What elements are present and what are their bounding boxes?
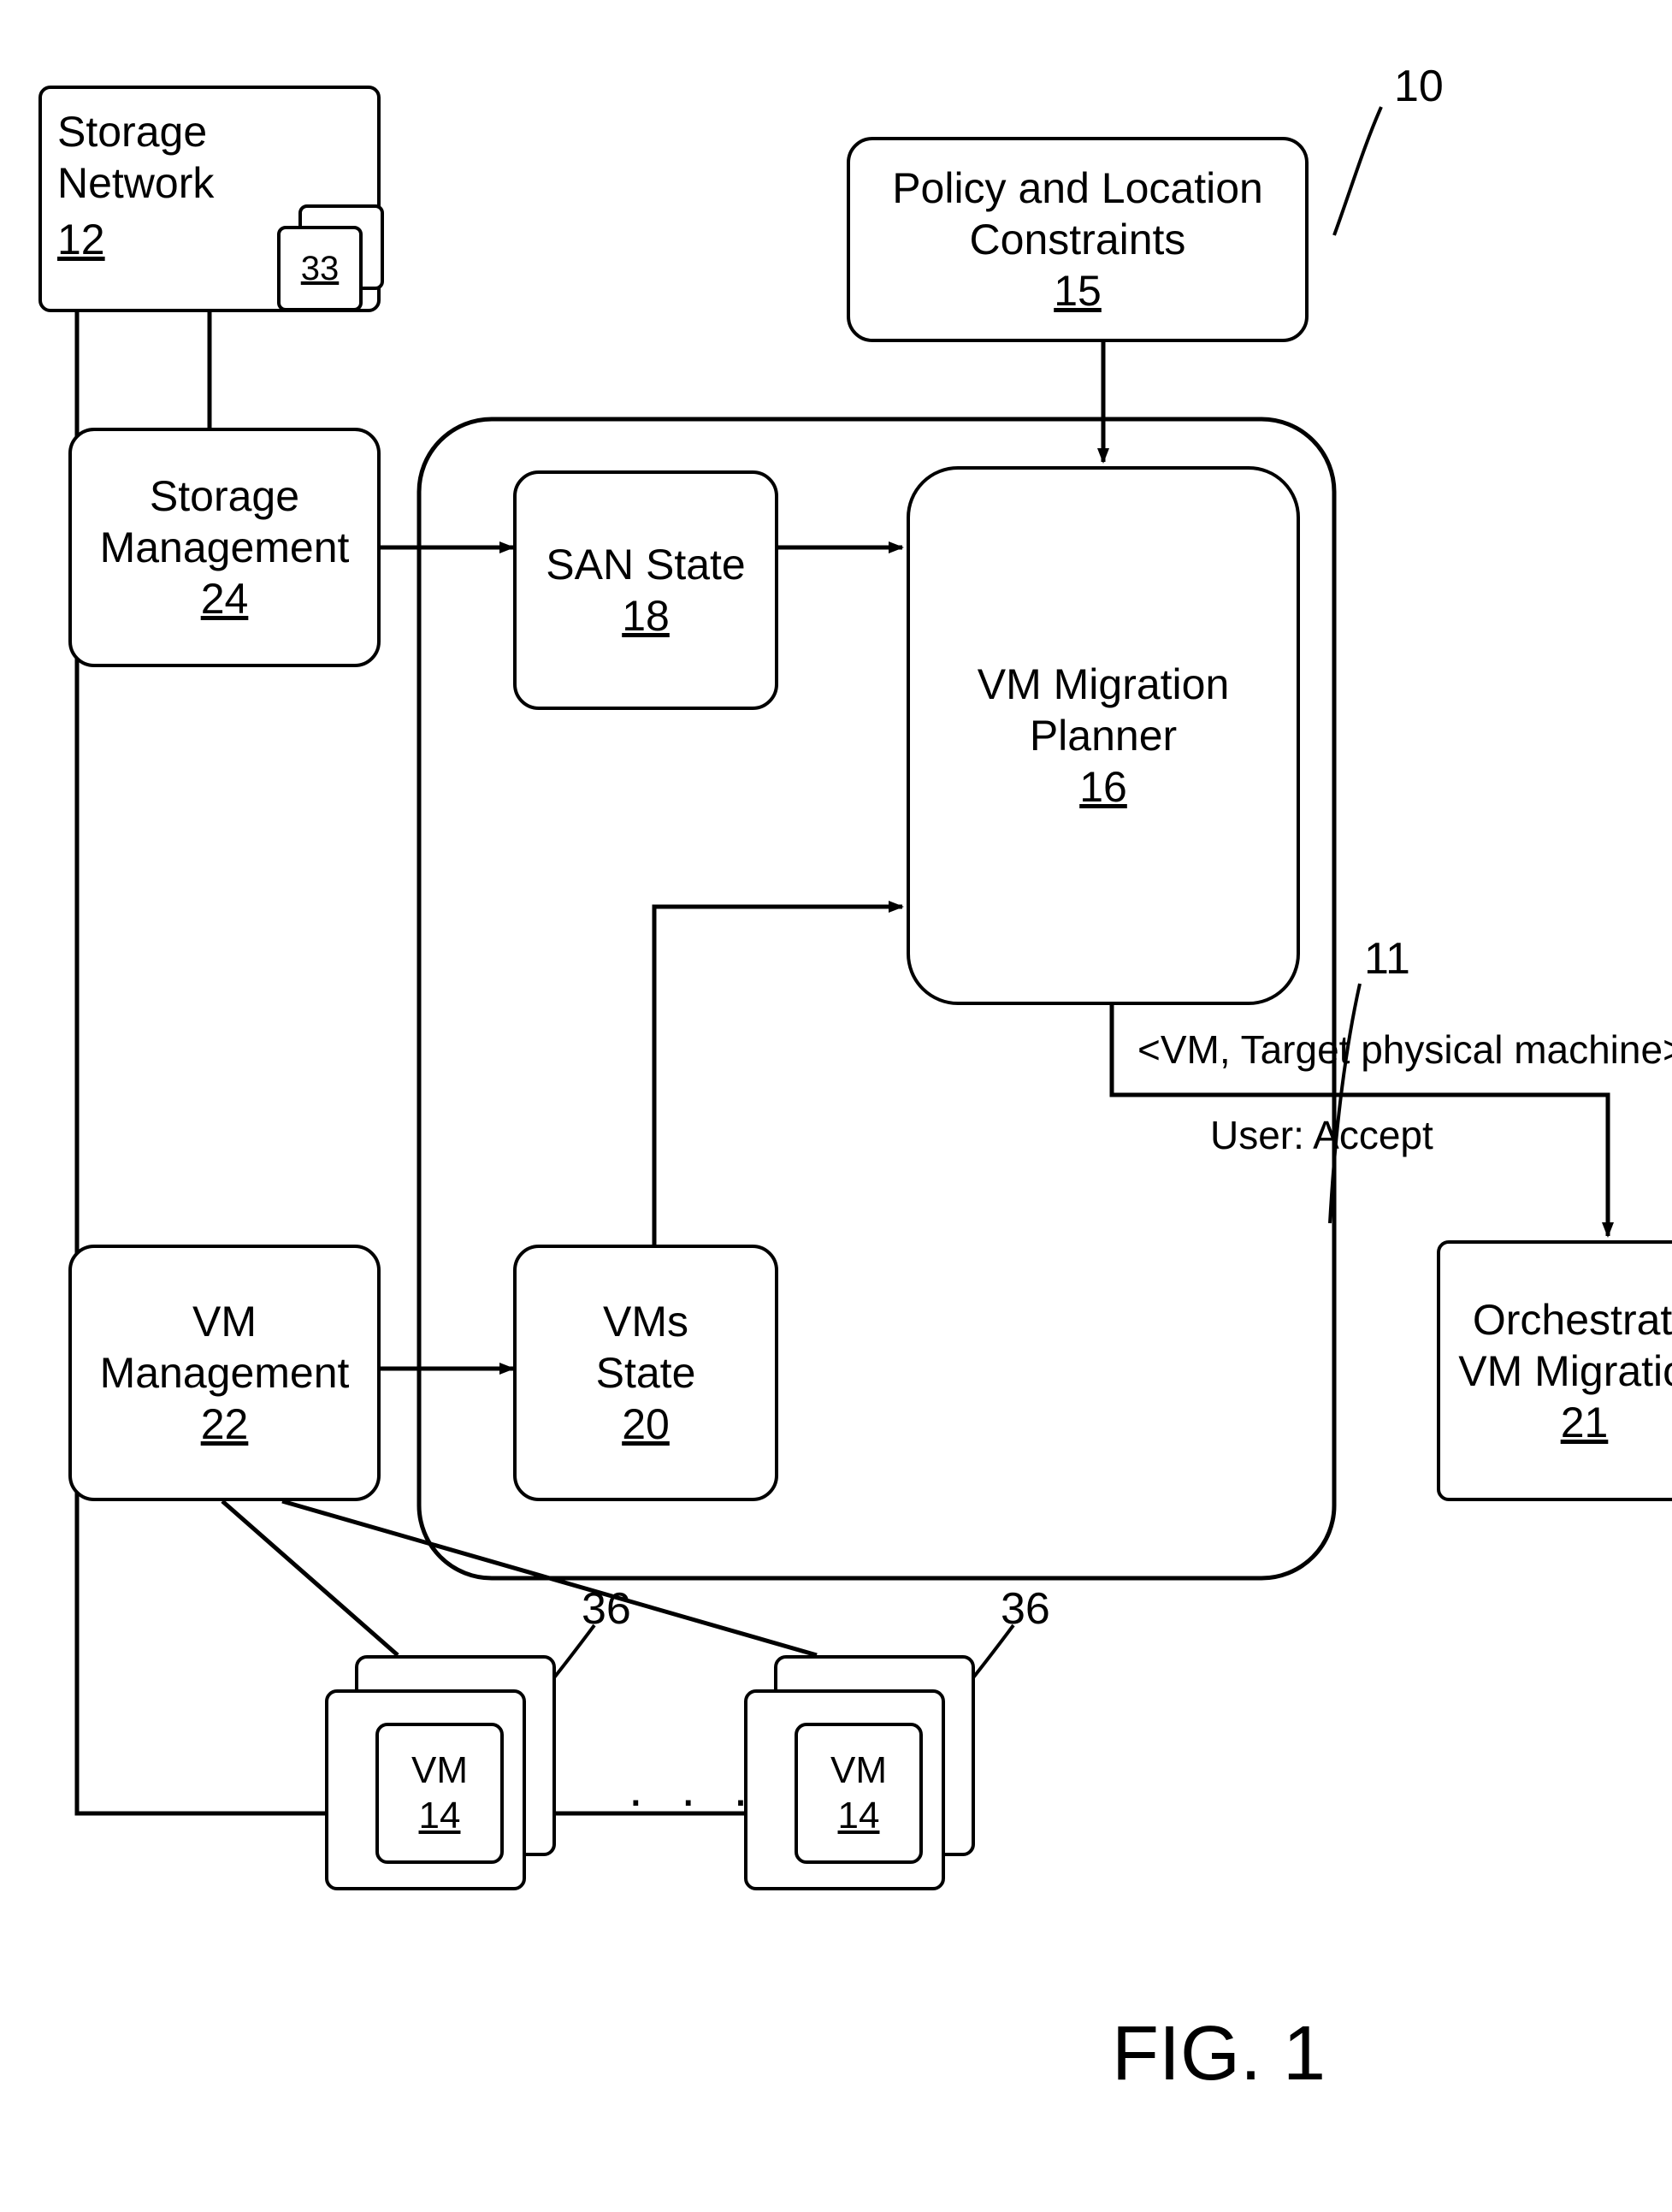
ref-san-state: 18 — [622, 590, 670, 642]
box-storage-management: Storage Management 24 — [68, 428, 381, 667]
arrow-text-top: <VM, Target physical machine> — [1137, 1026, 1672, 1073]
box-planner: VM Migration Planner 16 — [907, 466, 1300, 1005]
vm-stack-1-ref-outer: 36 — [582, 1582, 631, 1635]
vm-stack-2-ref-inner: 14 — [838, 1794, 880, 1839]
label-san-state: SAN State — [546, 539, 745, 590]
label-orchestrate: Orchestrate VM Migration — [1458, 1294, 1672, 1397]
vm-stack-2-inner: VM 14 — [795, 1723, 923, 1864]
label-policy: Policy and Location Constraints — [892, 163, 1263, 265]
arrow-text-bottom: User: Accept — [1210, 1112, 1433, 1159]
minicard-front: 33 — [277, 226, 363, 311]
vm-stack-1-front: VM 14 — [325, 1689, 526, 1890]
label-vms-state: VMs State — [596, 1296, 696, 1399]
figure-caption: FIG. 1 — [1112, 2010, 1326, 2098]
label-planner: VM Migration Planner — [978, 659, 1230, 761]
vm-stack-2-front: VM 14 — [744, 1689, 945, 1890]
vm-stack-1-inner: VM 14 — [375, 1723, 504, 1864]
box-san-state: SAN State 18 — [513, 470, 778, 710]
label-storage-management: Storage Management — [100, 470, 350, 573]
ref-storage-management: 24 — [201, 573, 249, 624]
ref-container: 11 — [1364, 932, 1410, 985]
ref-system: 10 — [1394, 60, 1444, 113]
label-vm-management: VM Management — [100, 1296, 350, 1399]
vm-stack-ellipsis: . . . — [629, 1758, 759, 1819]
diagram-canvas: 10 11 Storage Network 12 33 Storage Mana… — [0, 0, 1672, 2212]
ref-vms-state: 20 — [622, 1399, 670, 1450]
box-vms-state: VMs State 20 — [513, 1245, 778, 1501]
box-vm-management: VM Management 22 — [68, 1245, 381, 1501]
label-storage-network: Storage Network — [57, 106, 362, 209]
ref-policy: 15 — [1054, 265, 1102, 316]
ref-vm-management: 22 — [201, 1399, 249, 1450]
ref-orchestrate: 21 — [1561, 1397, 1609, 1448]
ref-storage-network: 12 — [57, 214, 105, 265]
ref-mini-33: 33 — [301, 248, 340, 289]
vm-stack-2-label: VM — [830, 1748, 887, 1794]
ref-planner: 16 — [1079, 761, 1127, 813]
box-orchestrate: Orchestrate VM Migration 21 — [1437, 1240, 1672, 1501]
box-policy: Policy and Location Constraints 15 — [847, 137, 1309, 342]
box-storage-network: Storage Network 12 33 — [38, 86, 381, 312]
vm-stack-2-ref-outer: 36 — [1001, 1582, 1050, 1635]
vm-stack-1-label: VM — [411, 1748, 468, 1794]
vm-stack-1-ref-inner: 14 — [419, 1794, 461, 1839]
